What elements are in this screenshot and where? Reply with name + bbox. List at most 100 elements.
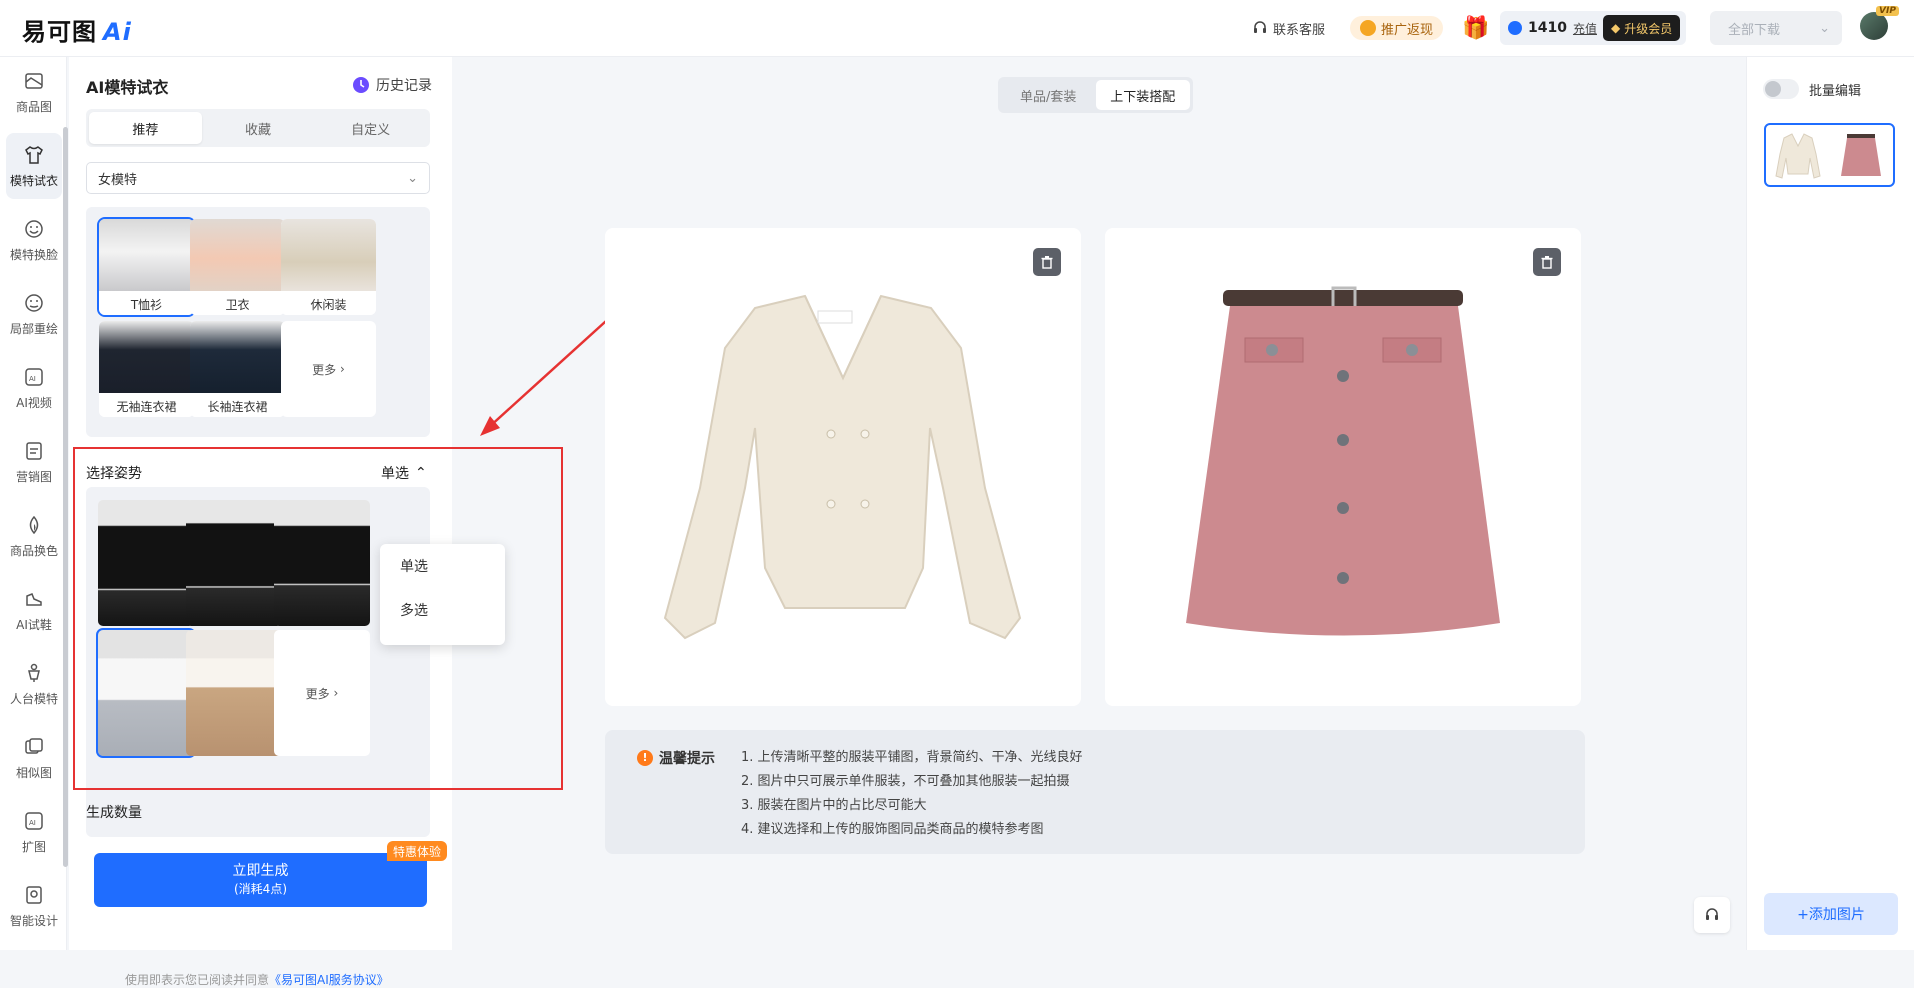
garment-card-top[interactable] bbox=[605, 228, 1081, 706]
nav-item-image[interactable]: 商品图 bbox=[6, 59, 62, 125]
batch-edit-toggle[interactable] bbox=[1763, 79, 1799, 99]
garment-card-bottom[interactable] bbox=[1105, 228, 1581, 706]
points-value: 1410 bbox=[1528, 20, 1567, 36]
generate-label: 立即生成 bbox=[232, 863, 289, 879]
headset-icon bbox=[1706, 908, 1718, 920]
nav-scrollbar[interactable] bbox=[63, 127, 68, 867]
app-logo[interactable]: 易可图 Ai bbox=[22, 12, 132, 47]
nav-item-tshirt[interactable]: 模特试衣 bbox=[6, 133, 62, 199]
promo-button[interactable]: 推广返现 bbox=[1350, 16, 1444, 40]
category-label: 休闲装 bbox=[281, 293, 376, 315]
nav-item-shoe[interactable]: AI试鞋 bbox=[6, 577, 62, 643]
nav-item-video[interactable]: AI AI视频 bbox=[6, 355, 62, 421]
coin-icon bbox=[1360, 20, 1376, 36]
tip-item: 3. 服装在图片中的占比尽可能大 bbox=[741, 798, 927, 813]
tips-title: 温馨提示 bbox=[659, 751, 715, 767]
batch-edit-label: 批量编辑 bbox=[1809, 84, 1862, 99]
category-label: 卫衣 bbox=[190, 293, 285, 315]
diamond-icon: ◆ bbox=[1610, 21, 1621, 35]
download-all-button[interactable]: 全部下载 ⌄ bbox=[1710, 11, 1842, 45]
nav-label: 扩图 bbox=[21, 839, 46, 854]
left-nav: 商品图模特试衣模特换脸局部重绘 AI AI视频营销图商品换色 AI试鞋人台模特相似图 A… bbox=[0, 57, 68, 950]
outfit-thumbnail[interactable] bbox=[1764, 123, 1895, 187]
nav-item-poster[interactable]: 营销图 bbox=[6, 429, 62, 495]
nav-item-color-drop[interactable]: 商品换色 bbox=[6, 503, 62, 569]
model-type-value: 女模特 bbox=[98, 172, 138, 188]
highlight-box bbox=[73, 447, 563, 790]
segment-top-bottom[interactable]: 上下装搭配 bbox=[1095, 80, 1190, 110]
points-area: 1410 充值 ◆ 升级会员 bbox=[1500, 11, 1687, 45]
nav-item-similar[interactable]: 相似图 bbox=[6, 725, 62, 791]
history-label: 历史记录 bbox=[376, 78, 432, 94]
nav-item-mannequin[interactable]: 人台模特 bbox=[6, 651, 62, 717]
agreement-prefix: 使用即表示您已阅读并同意 bbox=[125, 973, 270, 987]
svg-text:AI: AI bbox=[29, 819, 36, 827]
category-sweatshirt[interactable]: 卫衣 bbox=[190, 219, 285, 315]
nav-label: 模特换脸 bbox=[9, 247, 58, 262]
trash-icon bbox=[1541, 256, 1553, 269]
mode-switch: 单品/套装 上下装搭配 bbox=[998, 77, 1193, 113]
recharge-link[interactable]: 充值 bbox=[1573, 20, 1597, 37]
trash-icon bbox=[1041, 256, 1053, 269]
tab-favorites[interactable]: 收藏 bbox=[202, 112, 315, 144]
promo-label: 推广返现 bbox=[1381, 22, 1434, 38]
chevron-down-icon[interactable]: ⌄ bbox=[1819, 21, 1830, 36]
nav-label: 模特试衣 bbox=[9, 173, 58, 188]
tab-recommend[interactable]: 推荐 bbox=[89, 112, 202, 144]
nav-item-face-edit[interactable]: 局部重绘 bbox=[6, 281, 62, 347]
delete-button[interactable] bbox=[1533, 248, 1561, 276]
nav-item-expand[interactable]: AI 扩图 bbox=[6, 799, 62, 865]
category-thumbnail bbox=[190, 219, 285, 291]
model-type-select[interactable]: 女模特 ⌄ bbox=[86, 162, 430, 194]
category-thumbnail bbox=[281, 219, 376, 291]
generate-button[interactable]: 立即生成 (消耗4点) bbox=[94, 853, 427, 907]
color-drop-icon bbox=[23, 514, 45, 536]
headset-icon bbox=[1254, 21, 1266, 33]
tip-item: 4. 建议选择和上传的服饰图同品类商品的模特参考图 bbox=[741, 822, 1044, 837]
poster-icon bbox=[23, 440, 45, 462]
category-label: T恤衫 bbox=[99, 293, 194, 315]
avatar[interactable] bbox=[1860, 12, 1888, 40]
category-tshirt[interactable]: T恤衫 bbox=[97, 217, 196, 317]
nav-label: 相似图 bbox=[15, 765, 52, 780]
support-button[interactable]: 联系客服 bbox=[1252, 16, 1325, 40]
nav-label: 商品图 bbox=[15, 99, 52, 114]
logo-ai: Ai bbox=[103, 18, 132, 46]
chevron-down-icon: ⌄ bbox=[407, 170, 418, 186]
category-sleeveless-dress[interactable]: 无袖连衣裙 bbox=[99, 321, 194, 417]
feedback-button[interactable] bbox=[1694, 897, 1730, 933]
delete-button[interactable] bbox=[1033, 248, 1061, 276]
blouse-thumbnail bbox=[1775, 133, 1821, 179]
category-longsleeve-dress[interactable]: 长袖连衣裙 bbox=[190, 321, 285, 417]
history-button[interactable]: 历史记录 bbox=[352, 75, 432, 95]
nav-item-face[interactable]: 模特换脸 bbox=[6, 207, 62, 273]
upgrade-button[interactable]: ◆ 升级会员 bbox=[1602, 15, 1681, 41]
promo-badge: 特惠体验 bbox=[387, 841, 448, 861]
svg-text:AI: AI bbox=[29, 375, 36, 383]
category-casual[interactable]: 休闲装 bbox=[281, 219, 376, 315]
gift-icon[interactable]: 🎁 bbox=[1462, 16, 1489, 41]
add-image-button[interactable]: +添加图片 bbox=[1764, 893, 1898, 935]
tips-heading: ! 温馨提示 bbox=[637, 748, 715, 768]
nav-item-design[interactable]: 智能设计 bbox=[6, 873, 62, 939]
category-more-button[interactable]: 更多 › bbox=[281, 321, 376, 417]
category-grid: T恤衫 卫衣 休闲装 无袖连衣裙 长袖连衣裙 更多 › bbox=[86, 207, 430, 437]
agreement-text: 使用即表示您已阅读并同意《易可图AI服务协议》 bbox=[125, 971, 389, 988]
nav-label: 局部重绘 bbox=[9, 321, 58, 336]
nav-label: AI试鞋 bbox=[16, 617, 52, 632]
nav-label: 人台模特 bbox=[9, 691, 58, 706]
shoe-icon bbox=[23, 588, 45, 610]
tips-list: 1. 上传清晰平整的服装平铺图，背景简约、干净、光线良好 2. 图片中只可展示单… bbox=[741, 746, 1083, 842]
tip-item: 2. 图片中只可展示单件服装，不可叠加其他服装一起拍摄 bbox=[741, 774, 1070, 789]
category-label: 无袖连衣裙 bbox=[99, 395, 194, 417]
agreement-link[interactable]: 《易可图AI服务协议》 bbox=[269, 973, 389, 987]
skirt-thumbnail bbox=[1841, 134, 1882, 176]
skirt-image bbox=[1186, 286, 1500, 636]
tips-box: ! 温馨提示 1. 上传清晰平整的服装平铺图，背景简约、干净、光线良好 2. 图片… bbox=[605, 730, 1585, 854]
tab-custom[interactable]: 自定义 bbox=[314, 112, 427, 144]
blouse-image bbox=[663, 294, 1022, 640]
logo-text: 易可图 bbox=[22, 18, 97, 46]
segment-single[interactable]: 单品/套装 bbox=[1001, 80, 1096, 110]
nav-label: AI视频 bbox=[16, 395, 52, 410]
image-icon bbox=[23, 70, 45, 92]
